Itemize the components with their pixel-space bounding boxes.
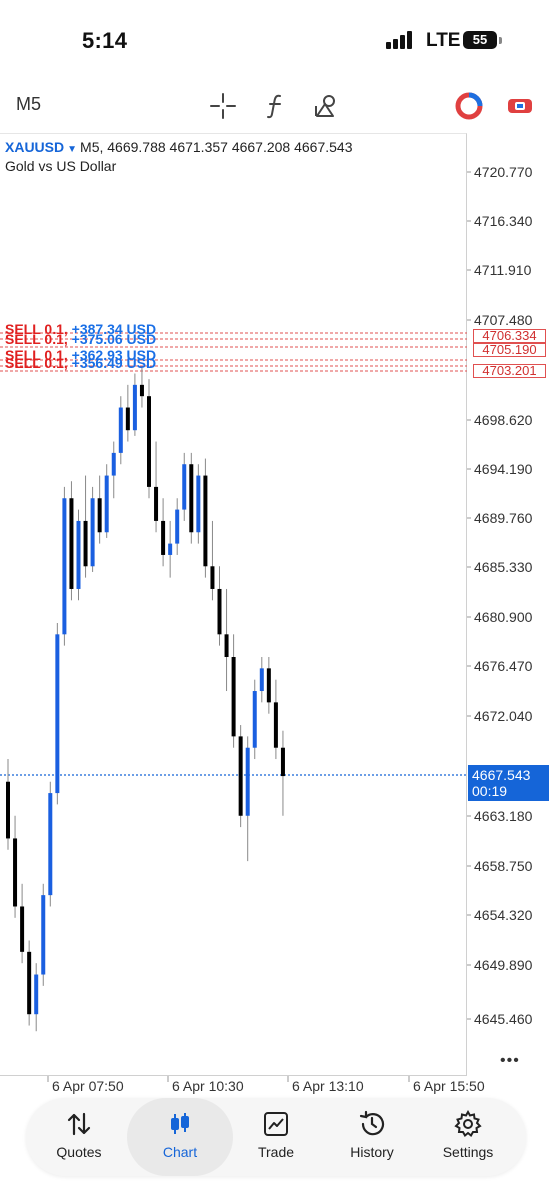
- candle-bullish: [62, 498, 67, 635]
- candle-bearish: [139, 384, 144, 397]
- candle-bearish: [210, 566, 215, 589]
- candle-bearish: [20, 906, 25, 952]
- symbol-dropdown-icon[interactable]: ▼: [67, 144, 77, 155]
- candle-bearish: [273, 702, 278, 748]
- price-axis-label: 4680.900: [474, 609, 533, 625]
- time-axis-label: 6 Apr 15:50: [413, 1078, 485, 1094]
- candle-bullish: [55, 634, 60, 794]
- chart-symbol-header: XAUUSD ▼ M5, 4669.788 4671.357 4667.208 46…: [5, 139, 353, 155]
- price-axis-label: 4654.320: [474, 907, 533, 923]
- time-axis-label: 6 Apr 07:50: [52, 1078, 124, 1094]
- position-price-label: 4706.334: [473, 329, 546, 343]
- time-axis-label: 6 Apr 13:10: [292, 1078, 364, 1094]
- position-label[interactable]: SELL 0.1, +375.06 USD: [5, 331, 156, 347]
- candle-bullish: [48, 793, 53, 896]
- price-axis-label: 4707.480: [474, 312, 533, 328]
- candle-bearish: [125, 407, 130, 431]
- candle-bullish: [196, 475, 201, 533]
- candle-bullish: [168, 543, 173, 555]
- candle-bearish: [83, 520, 88, 567]
- quotes-arrows-icon: [67, 1112, 91, 1136]
- candle-bearish: [238, 736, 243, 816]
- gear-icon: [454, 1110, 482, 1138]
- candle-bullish: [118, 407, 123, 453]
- history-clock-icon: [359, 1110, 385, 1136]
- price-axis-label: 4685.330: [474, 559, 533, 575]
- tab-history[interactable]: History: [324, 1098, 420, 1176]
- candle-bullish: [175, 509, 180, 544]
- tab-label: Chart: [162, 1144, 198, 1160]
- candle-bullish: [34, 974, 39, 1015]
- candle-bearish: [266, 668, 271, 703]
- candle-bullish: [182, 464, 187, 510]
- tab-trade[interactable]: Trade: [228, 1098, 324, 1176]
- position-price-label: 4705.190: [473, 343, 546, 357]
- bottom-navigation: Quotes Chart Trade History Settings: [26, 1098, 526, 1176]
- symbol-description: Gold vs US Dollar: [5, 158, 117, 174]
- candle-bearish: [231, 657, 236, 737]
- position-price-label: 4703.201: [473, 364, 546, 378]
- candlestick-icon: [171, 1113, 189, 1134]
- candle-bearish: [224, 634, 229, 658]
- tab-settings[interactable]: Settings: [420, 1098, 516, 1176]
- candle-bearish: [147, 396, 151, 487]
- tab-chart[interactable]: Chart: [127, 1098, 233, 1176]
- price-axis-label: 4711.910: [474, 262, 532, 278]
- position-label[interactable]: SELL 0.1, +356.49 USD: [5, 355, 156, 371]
- current-price-value: 4667.543: [472, 767, 531, 783]
- tab-quotes[interactable]: Quotes: [31, 1098, 127, 1176]
- price-axis-label: 4720.770: [474, 164, 533, 180]
- candle-bullish: [104, 475, 109, 533]
- price-axis-label: 4676.470: [474, 658, 533, 674]
- more-options-icon[interactable]: •••: [500, 1052, 520, 1070]
- price-axis-label: 4716.340: [474, 213, 533, 229]
- candle-bearish: [69, 498, 74, 589]
- candle-bullish: [111, 452, 116, 476]
- candle-bearish: [161, 520, 166, 555]
- price-axis-label: 4694.190: [474, 461, 533, 477]
- candle-bearish: [154, 486, 159, 521]
- price-axis-label: 4698.620: [474, 412, 533, 428]
- price-axis-label: 4663.180: [474, 808, 533, 824]
- candle-bearish: [203, 475, 208, 567]
- candle-bullish: [245, 747, 250, 816]
- price-axis-label: 4689.760: [474, 510, 533, 526]
- tab-label: Trade: [257, 1144, 295, 1160]
- candle-bearish: [97, 498, 102, 533]
- price-axis-label: 4649.890: [474, 957, 533, 973]
- price-axis-label: 4658.750: [474, 858, 533, 874]
- current-price-label: 4667.543 00:19: [468, 765, 549, 801]
- time-axis-label: 6 Apr 10:30: [172, 1078, 244, 1094]
- candle-bearish: [13, 838, 18, 907]
- bar-countdown: 00:19: [472, 783, 508, 799]
- symbol-name[interactable]: XAUUSD: [5, 139, 64, 155]
- candle-bearish: [27, 951, 32, 1015]
- ohlc-values: M5, 4669.788 4671.357 4667.208 4667.543: [80, 139, 353, 155]
- candle-bearish: [6, 781, 10, 839]
- price-axis-label: 4645.460: [474, 1011, 533, 1027]
- candle-bearish: [189, 464, 194, 533]
- candle-bullish: [76, 520, 81, 589]
- price-axis-label: 4672.040: [474, 708, 533, 724]
- tab-label: History: [350, 1144, 394, 1160]
- candle-bearish: [280, 747, 285, 777]
- candle-bullish: [41, 895, 46, 975]
- candle-bullish: [259, 668, 264, 692]
- tab-label: Quotes: [56, 1144, 102, 1160]
- trade-chart-icon: [264, 1112, 288, 1136]
- candle-bullish: [252, 691, 257, 748]
- candle-bearish: [217, 588, 222, 635]
- candle-bullish: [132, 384, 137, 431]
- candle-bullish: [90, 498, 95, 567]
- tab-label: Settings: [442, 1144, 494, 1160]
